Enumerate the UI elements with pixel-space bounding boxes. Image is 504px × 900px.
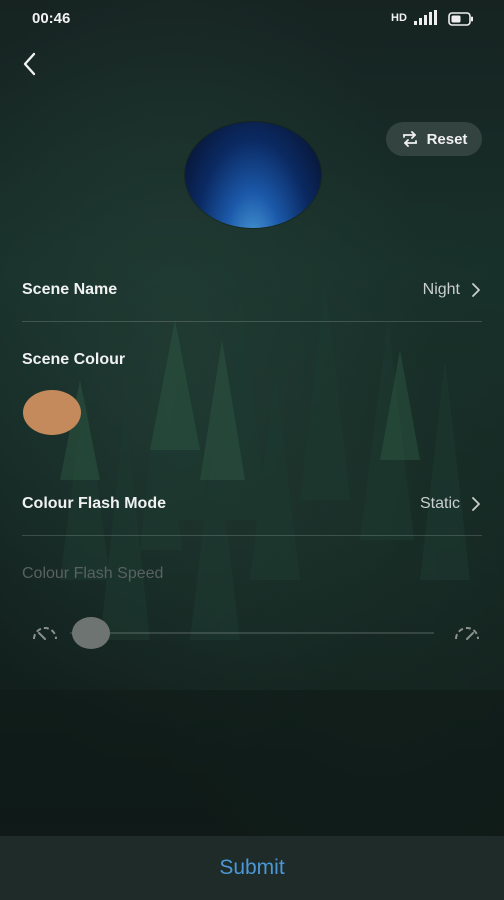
status-time: 00:46 bbox=[32, 10, 71, 27]
battery-icon bbox=[448, 12, 473, 26]
divider bbox=[22, 535, 482, 536]
speed-slow-icon bbox=[33, 627, 57, 640]
colour-flash-mode-value: Static bbox=[419, 495, 460, 512]
status-network-label: HD bbox=[391, 12, 407, 24]
signal-icon bbox=[414, 10, 437, 25]
speed-fast-icon bbox=[455, 627, 479, 640]
speed-slider-thumb[interactable] bbox=[72, 617, 110, 649]
scene-name-label: Scene Name bbox=[22, 281, 118, 298]
submit-button[interactable]: Submit bbox=[0, 836, 504, 900]
scene-colour-label: Scene Colour bbox=[22, 351, 126, 368]
scene-colour-swatch[interactable] bbox=[23, 390, 81, 435]
back-arrow-icon bbox=[23, 52, 36, 76]
colour-flash-mode-row[interactable]: Colour Flash Mode Static bbox=[22, 492, 484, 518]
speed-slider-track[interactable] bbox=[70, 632, 434, 634]
colour-flash-mode-label: Colour Flash Mode bbox=[22, 495, 166, 512]
forest-background bbox=[0, 280, 504, 840]
scene-name-row[interactable]: Scene Name Night bbox=[22, 278, 484, 304]
chevron-right-icon bbox=[472, 497, 480, 511]
submit-label: Submit bbox=[219, 856, 285, 879]
back-button[interactable] bbox=[16, 50, 44, 78]
refresh-icon bbox=[402, 131, 417, 147]
chevron-right-icon bbox=[472, 283, 480, 297]
scene-preview-image bbox=[185, 122, 321, 228]
colour-flash-speed-label: Colour Flash Speed bbox=[22, 565, 164, 582]
status-bar: 00:46 HD bbox=[0, 0, 504, 38]
divider bbox=[22, 321, 482, 322]
reset-button[interactable]: Reset bbox=[386, 122, 482, 156]
scene-name-value: Night bbox=[422, 281, 460, 298]
reset-label: Reset bbox=[426, 130, 468, 148]
